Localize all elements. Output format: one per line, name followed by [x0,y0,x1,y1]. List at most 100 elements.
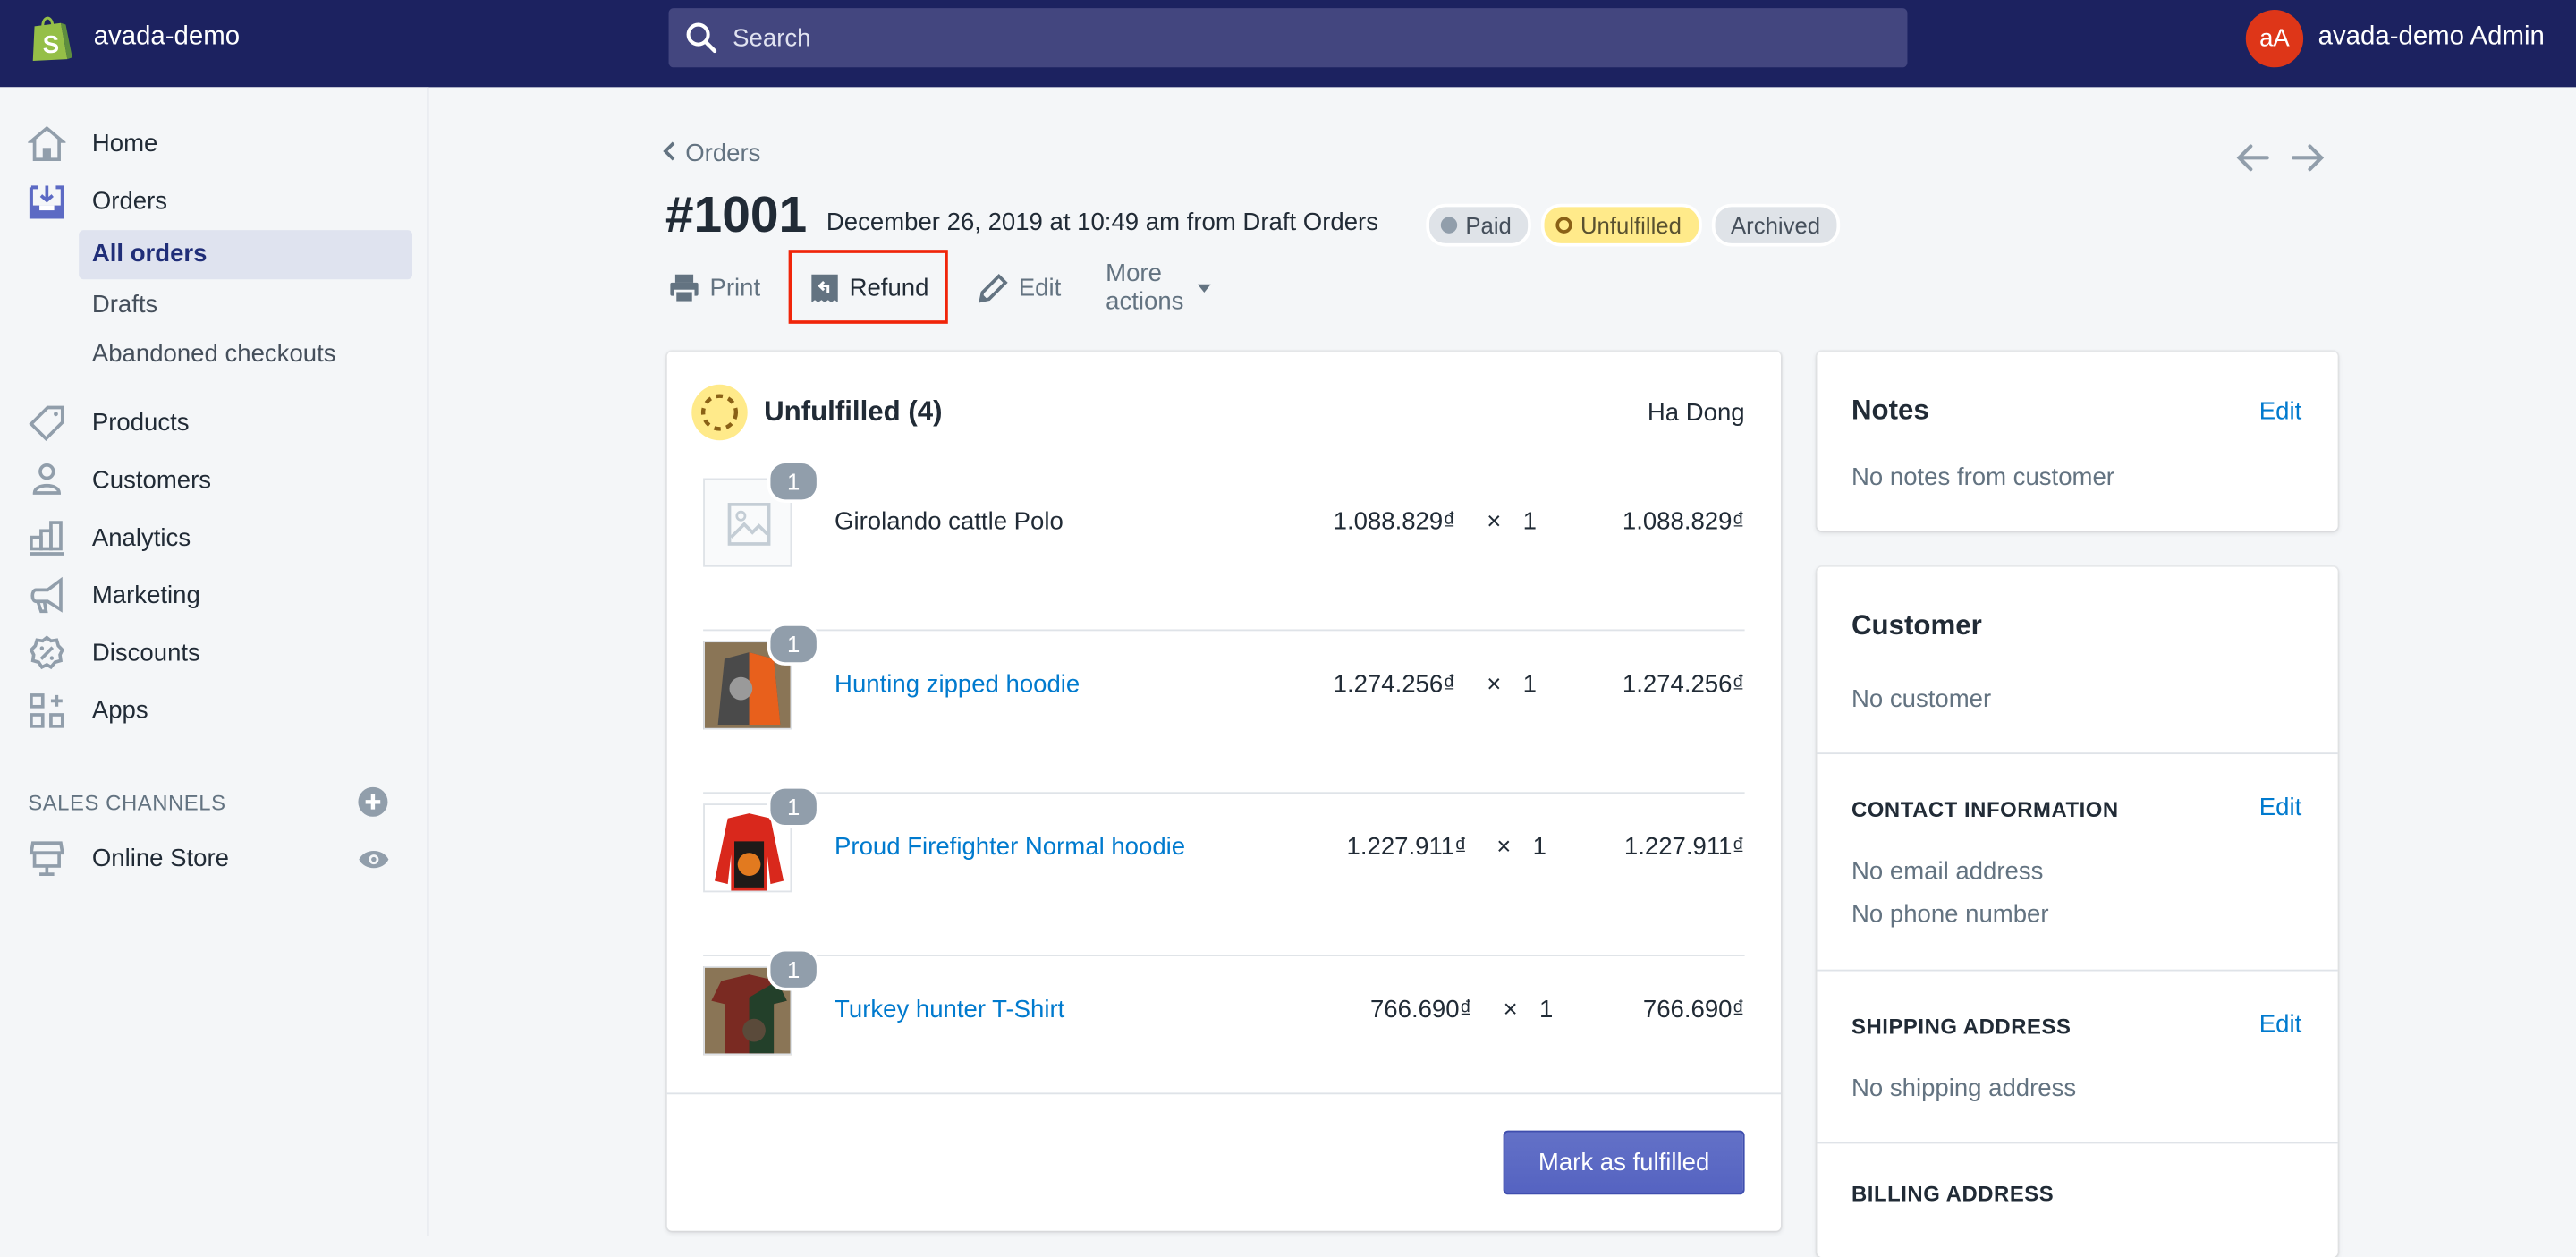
tag-icon [29,405,64,442]
line-item: 1 Girolando cattle Polo 1.088.829₫ × 1 1… [703,460,1745,632]
divider [1817,1142,2338,1144]
avatar[interactable]: aA [2245,10,2304,68]
item-link[interactable]: Turkey hunter T-Shirt [835,996,1064,1023]
megaphone-icon [30,576,63,614]
store-icon [29,841,64,876]
customer-card: Customer No customer CONTACT INFORMATION… [1817,566,2338,1257]
line-item: 1 Hunting zipped hoodie 1.274.256₫ × 1 1… [703,623,1745,794]
unfulfilled-card: Unfulfilled (4) Ha Dong 1 Girolando catt… [666,352,1782,1231]
sidebar-item-apps[interactable]: Apps [0,685,428,738]
svg-text:S: S [43,30,59,58]
apps-icon [30,693,64,728]
pencil-icon [979,273,1008,302]
quantity-badge: 1 [767,947,820,991]
line-total: 1.274.256₫ [1622,670,1745,699]
unit-price: 1.274.256₫ [1333,670,1456,699]
divider [1817,752,2338,755]
search-input[interactable] [733,8,1883,68]
times-sign: × [1487,670,1502,699]
line-total: 1.227.911₫ [1623,833,1745,862]
item-quantity: 1 [1532,833,1546,862]
sidebar-item-marketing[interactable]: Marketing [0,570,428,623]
paid-badge: Paid [1426,203,1531,247]
archived-badge: Archived [1710,203,1841,247]
notes-edit-link[interactable]: Edit [2259,397,2301,425]
chevron-left-icon [663,141,675,161]
times-sign: × [1496,833,1512,862]
sidebar-item-home[interactable]: Home [0,118,428,171]
search-icon [686,22,717,54]
times-sign: × [1503,996,1518,1024]
person-icon [32,463,61,495]
sidebar-item-orders[interactable]: Orders [0,176,428,229]
shopify-logo-icon[interactable]: S [28,13,73,63]
shopify-admin-order-page: S avada-demo aA avada-demo Admin Home Or… [0,0,2576,1257]
add-sales-channel-icon[interactable] [358,786,388,817]
order-number: #1001 [665,185,808,243]
arrow-left-icon[interactable] [2234,141,2270,174]
contact-phone: No phone number [1851,900,2049,929]
divider [1817,969,2338,972]
unit-price: 766.690₫ [1369,996,1472,1024]
breadcrumb-orders[interactable]: Orders [662,140,760,167]
sidebar-subitem-abandoned-checkouts[interactable]: Abandoned checkouts [79,330,412,379]
card-divider [666,1092,1782,1095]
top-bar: S avada-demo aA avada-demo Admin [0,0,2576,88]
fulfillment-location: Ha Dong [1647,399,1745,428]
search-bar[interactable] [668,8,1908,68]
contact-information-title: CONTACT INFORMATION [1851,796,2119,822]
bar-chart-icon [30,521,64,556]
unfulfilled-ring-icon [1555,217,1572,234]
orders-icon [29,185,64,219]
unit-price: 1.227.911₫ [1346,833,1468,862]
sidebar-item-discounts[interactable]: Discounts [0,628,428,681]
mark-as-fulfilled-button[interactable]: Mark as fulfilled [1503,1130,1745,1195]
notes-card: Notes Edit No notes from customer [1817,352,2338,531]
status-badges: Paid Unfulfilled Archived [1426,203,1841,247]
sidebar-item-analytics[interactable]: Analytics [0,513,428,565]
store-name[interactable]: avada-demo [94,23,240,53]
shipping-edit-link[interactable]: Edit [2259,1011,2301,1039]
notes-body: No notes from customer [1851,463,2114,492]
billing-address-title: BILLING ADDRESS [1851,1181,2055,1207]
sidebar-subitem-drafts[interactable]: Drafts [79,281,412,330]
item-quantity: 1 [1522,670,1537,699]
unfulfilled-status-icon [691,384,748,441]
unit-price: 1.088.829₫ [1333,507,1456,536]
order-pagination [2234,141,2333,174]
item-name: Girolando cattle Polo [835,507,1063,536]
unfulfilled-badge: Unfulfilled [1540,203,1701,247]
shipping-address-body: No shipping address [1851,1074,2077,1103]
more-actions-dropdown[interactable]: More actions [1106,250,1213,325]
times-sign: × [1487,507,1502,536]
sidebar-item-products[interactable]: Products [0,397,428,450]
item-quantity: 1 [1539,996,1554,1024]
customer-title: Customer [1851,609,1982,641]
paid-dot-icon [1440,217,1458,234]
customer-body: No customer [1851,684,1992,714]
line-total: 1.088.829₫ [1622,507,1745,536]
notes-title: Notes [1851,394,1929,426]
sidebar: Home Orders All orders Drafts Abandoned … [0,87,429,1236]
item-link[interactable]: Proud Firefighter Normal hoodie [835,833,1185,861]
item-link[interactable]: Hunting zipped hoodie [835,670,1080,698]
arrow-right-icon[interactable] [2290,141,2326,174]
printer-icon [670,273,699,303]
edit-button[interactable]: Edit [978,250,1061,325]
sales-channels-label: SALES CHANNELS [28,790,226,816]
quantity-badge: 1 [767,623,820,666]
contact-email: No email address [1851,857,2044,886]
item-quantity: 1 [1522,507,1537,536]
quantity-badge: 1 [767,460,820,504]
line-item: 1 Proud Firefighter Normal hoodie 1.227.… [703,785,1745,956]
refund-highlight-box [788,250,948,324]
user-name[interactable]: avada-demo Admin [2318,23,2545,53]
discount-icon [29,635,65,670]
sidebar-subitem-all-orders[interactable]: All orders [79,230,413,280]
view-online-store-eye-icon[interactable] [358,848,389,871]
unfulfilled-title: Unfulfilled (4) [764,395,943,428]
home-icon [28,125,66,161]
sidebar-item-customers[interactable]: Customers [0,455,428,508]
print-button[interactable]: Print [669,250,760,325]
contact-edit-link[interactable]: Edit [2259,794,2301,821]
